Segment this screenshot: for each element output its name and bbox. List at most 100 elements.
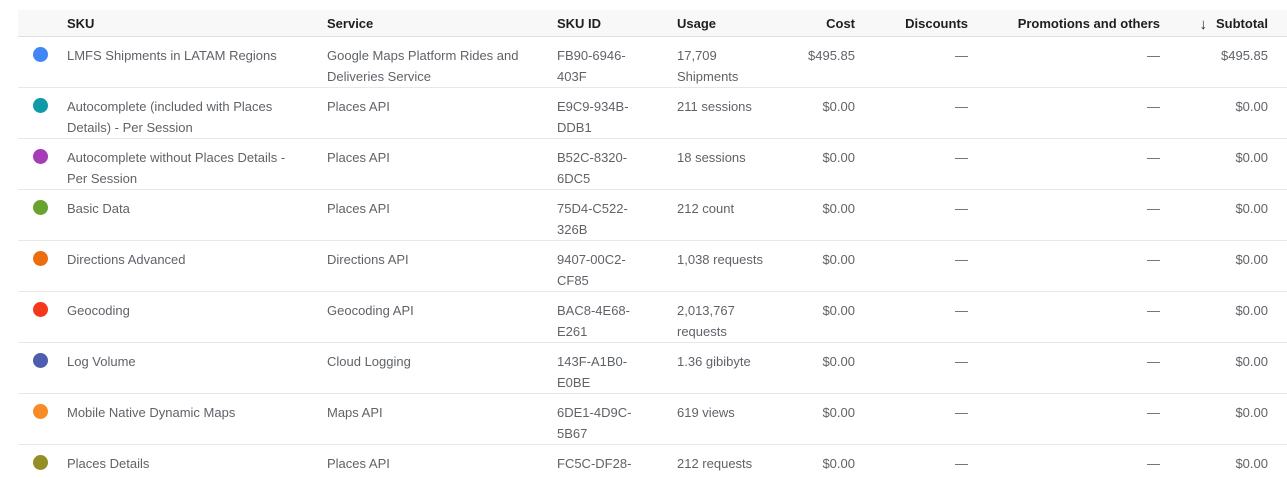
promotions-value-cell: — [968, 88, 1160, 139]
promotions-value-cell: — [968, 292, 1160, 343]
column-header-service[interactable]: Service [327, 10, 557, 37]
usage-value: 619 views [677, 402, 735, 423]
column-header-sku[interactable]: SKU [67, 10, 327, 37]
usage-value: 18 sessions [677, 147, 746, 168]
discounts-value: — [955, 201, 968, 216]
promotions-value: — [1147, 252, 1160, 267]
cost-value-cell: $495.85 [797, 37, 855, 88]
sku-name: Autocomplete (included with Places Detai… [67, 99, 272, 135]
table-header: SKU Service SKU ID Usage Cost Discounts … [18, 10, 1287, 37]
subtotal-value-cell: $0.00 [1160, 394, 1287, 445]
billing-sku-table-page: SKU Service SKU ID Usage Cost Discounts … [0, 0, 1287, 478]
sku-name: Log Volume [67, 354, 136, 369]
discounts-value-cell: — [855, 88, 968, 139]
sku-id-value-cell: 143F-A1B0-E0BE [557, 343, 677, 394]
column-header-cost[interactable]: Cost [797, 10, 855, 37]
sku-name-cell: Mobile Native Dynamic Maps [67, 394, 327, 445]
promotions-value-cell: — [968, 343, 1160, 394]
sku-id-value: B52C-8320-6DC5 [557, 147, 643, 189]
table-body: LMFS Shipments in LATAM Regions Google Ma… [18, 37, 1287, 478]
usage-value: 1,038 requests [677, 249, 763, 270]
sku-name: LMFS Shipments in LATAM Regions [67, 48, 277, 63]
sku-color-dot [33, 302, 48, 317]
table-row: Basic DataPlaces API75D4-C522-326B212 co… [18, 190, 1287, 241]
subtotal-value: $495.85 [1221, 48, 1268, 63]
usage-value-cell: 212 requests [677, 445, 797, 478]
usage-value: 211 sessions [677, 96, 752, 117]
cost-value-cell: $0.00 [797, 343, 855, 394]
discounts-value-cell: — [855, 139, 968, 190]
subtotal-value: $0.00 [1235, 252, 1268, 267]
discounts-value-cell: — [855, 190, 968, 241]
service-name: Places API [327, 201, 390, 216]
cost-value: $0.00 [822, 150, 855, 165]
cost-value-cell: $0.00 [797, 88, 855, 139]
discounts-value: — [955, 456, 968, 471]
subtotal-value-cell: $495.85 [1160, 37, 1287, 88]
sku-id-value-cell: BAC8-4E68-E261 [557, 292, 677, 343]
cost-value: $0.00 [822, 252, 855, 267]
discounts-value: — [955, 99, 968, 114]
usage-value: 212 requests [677, 453, 752, 474]
cost-value-cell: $0.00 [797, 241, 855, 292]
dot-column-header [18, 10, 67, 37]
subtotal-value-cell: $0.00 [1160, 139, 1287, 190]
discounts-value: — [955, 150, 968, 165]
service-name-cell: Places API [327, 88, 557, 139]
service-name: Places API [327, 150, 390, 165]
sku-id-value-cell: E9C9-934B-DDB1 [557, 88, 677, 139]
sku-id-value-cell: FB90-6946-403F [557, 37, 677, 88]
sku-name-cell: LMFS Shipments in LATAM Regions [67, 37, 327, 88]
sku-name-cell: Directions Advanced [67, 241, 327, 292]
subtotal-value-cell: $0.00 [1160, 88, 1287, 139]
dot-cell [18, 88, 67, 139]
sort-descending-arrow-icon: ↓ [1200, 16, 1208, 33]
usage-value-cell: 211 sessions [677, 88, 797, 139]
sku-cost-table: SKU Service SKU ID Usage Cost Discounts … [18, 10, 1287, 478]
discounts-value-cell: — [855, 445, 968, 478]
dot-cell [18, 394, 67, 445]
sku-color-dot [33, 149, 48, 164]
sku-id-value: E9C9-934B-DDB1 [557, 96, 643, 138]
subtotal-value-cell: $0.00 [1160, 445, 1287, 478]
promotions-value: — [1147, 303, 1160, 318]
service-name-cell: Places API [327, 445, 557, 478]
table-row: GeocodingGeocoding APIBAC8-4E68-E2612,01… [18, 292, 1287, 343]
service-name-cell: Cloud Logging [327, 343, 557, 394]
cost-value: $0.00 [822, 201, 855, 216]
service-name: Google Maps Platform Rides and Deliverie… [327, 48, 518, 84]
promotions-value-cell: — [968, 241, 1160, 292]
service-name-cell: Directions API [327, 241, 557, 292]
discounts-value: — [955, 48, 968, 63]
sku-color-dot [33, 47, 48, 62]
promotions-value: — [1147, 150, 1160, 165]
column-header-usage[interactable]: Usage [677, 10, 797, 37]
column-header-discounts[interactable]: Discounts [855, 10, 968, 37]
promotions-value-cell: — [968, 190, 1160, 241]
sku-name-cell: Autocomplete without Places Details - Pe… [67, 139, 327, 190]
subtotal-header-label: Subtotal [1216, 16, 1268, 31]
discounts-value-cell: — [855, 343, 968, 394]
column-header-subtotal[interactable]: ↓ Subtotal [1160, 10, 1287, 37]
usage-value-cell: 212 count [677, 190, 797, 241]
cost-value-cell: $0.00 [797, 445, 855, 478]
sku-id-value: 9407-00C2-CF85 [557, 249, 643, 291]
service-name-cell: Google Maps Platform Rides and Deliverie… [327, 37, 557, 88]
sku-id-value: 6DE1-4D9C-5B67 [557, 402, 643, 444]
table-row: Places DetailsPlaces APIFC5C-DF28-543F21… [18, 445, 1287, 478]
dot-cell [18, 190, 67, 241]
sku-name: Basic Data [67, 201, 130, 216]
column-header-sku-id[interactable]: SKU ID [557, 10, 677, 37]
promotions-value-cell: — [968, 394, 1160, 445]
subtotal-value-cell: $0.00 [1160, 343, 1287, 394]
usage-value-cell: 1.36 gibibyte [677, 343, 797, 394]
sku-name: Geocoding [67, 303, 130, 318]
discounts-value-cell: — [855, 292, 968, 343]
dot-cell [18, 343, 67, 394]
promotions-value: — [1147, 48, 1160, 63]
subtotal-value: $0.00 [1235, 405, 1268, 420]
subtotal-value: $0.00 [1235, 99, 1268, 114]
sku-name: Autocomplete without Places Details - Pe… [67, 150, 285, 186]
column-header-promotions[interactable]: Promotions and others [968, 10, 1160, 37]
usage-value: 17,709 Shipments [677, 45, 773, 87]
